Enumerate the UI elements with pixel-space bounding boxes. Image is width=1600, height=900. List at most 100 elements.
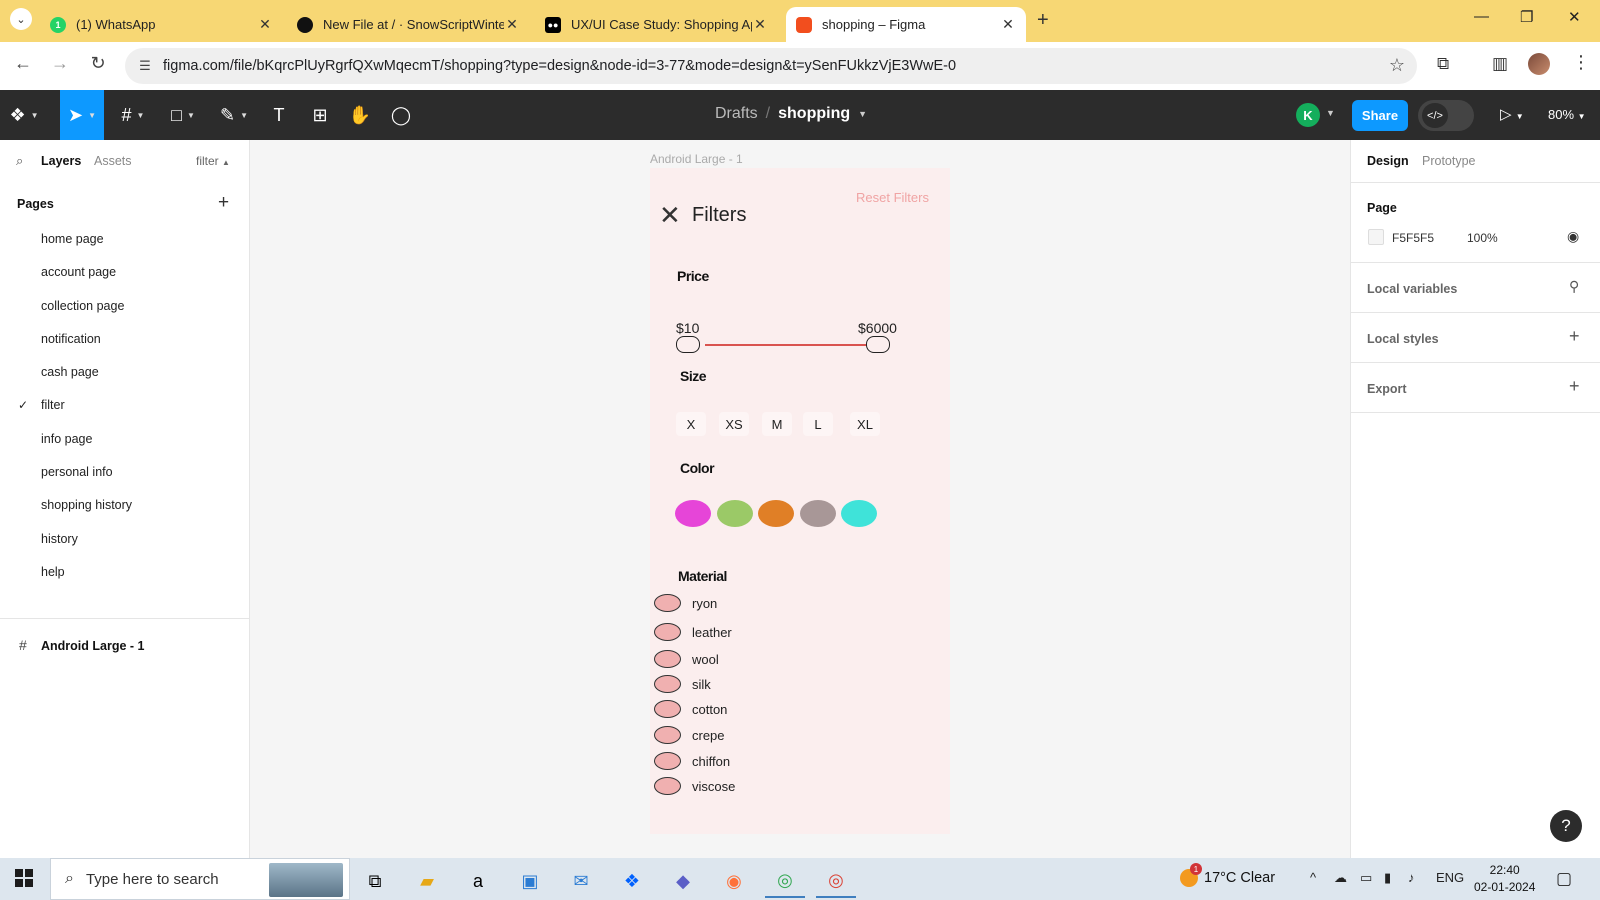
page-color-swatch[interactable] <box>1368 229 1384 245</box>
close-tab-icon[interactable]: ✕ <box>504 16 520 33</box>
frame-tool-button[interactable]: # ▼ <box>113 90 153 140</box>
network-icon[interactable]: ☁ <box>1334 870 1347 886</box>
extensions-icon[interactable]: ⧉ <box>1437 54 1449 74</box>
price-min-handle[interactable] <box>676 336 700 353</box>
page-item[interactable]: collection page <box>0 290 250 323</box>
amazon-icon[interactable]: a <box>458 864 498 898</box>
close-tab-icon[interactable]: ✕ <box>257 16 273 33</box>
bookmark-star-icon[interactable]: ☆ <box>1389 55 1405 76</box>
page-item[interactable]: personal info <box>0 456 250 489</box>
taskbar-search[interactable]: ⌕ Type here to search <box>50 858 350 900</box>
page-item[interactable]: notification <box>0 323 250 356</box>
color-swatch[interactable] <box>675 500 711 527</box>
language-indicator[interactable]: ENG <box>1436 870 1464 885</box>
main-menu-button[interactable]: ❖ ▼ <box>0 90 48 140</box>
file-explorer-icon[interactable]: ▰ <box>407 864 447 898</box>
shape-tool-button[interactable]: □ ▼ <box>162 90 204 140</box>
reload-icon[interactable]: ↻ <box>86 53 110 74</box>
color-swatch[interactable] <box>841 500 877 527</box>
material-option[interactable]: viscose <box>654 776 735 796</box>
site-info-icon[interactable]: ☰ <box>135 58 155 74</box>
task-view-icon[interactable]: ⧉ <box>355 864 395 898</box>
material-radio[interactable] <box>654 675 681 693</box>
chevron-down-icon[interactable]: ▼ <box>858 109 867 119</box>
tab-medium[interactable]: ●● UX/UI Case Study: Shopping Ap ✕ <box>535 7 778 42</box>
add-export-button[interactable]: + <box>1569 376 1580 397</box>
material-option[interactable]: ryon <box>654 593 717 613</box>
file-name[interactable]: shopping <box>778 105 850 123</box>
color-swatch[interactable] <box>717 500 753 527</box>
battery-icon[interactable]: ▮ <box>1384 870 1391 886</box>
hand-tool-button[interactable]: ✋ <box>345 90 375 140</box>
page-item[interactable]: shopping history <box>0 489 250 522</box>
close-tab-icon[interactable]: ✕ <box>752 16 768 33</box>
material-option[interactable]: chiffon <box>654 751 730 771</box>
material-radio[interactable] <box>654 623 681 641</box>
tab-search-button[interactable]: ⌄ <box>10 8 32 30</box>
dev-mode-toggle[interactable]: </> <box>1418 100 1474 131</box>
help-button[interactable]: ? <box>1550 810 1582 842</box>
mail-icon[interactable]: ✉ <box>561 864 601 898</box>
tab-design[interactable]: Design <box>1367 154 1409 168</box>
close-tab-icon[interactable]: ✕ <box>1000 16 1016 33</box>
windows-start-icon[interactable] <box>15 869 33 887</box>
comment-tool-button[interactable]: ◯ <box>386 90 416 140</box>
restore-icon[interactable]: ❐ <box>1520 8 1533 26</box>
chevron-down-icon[interactable]: ▼ <box>1326 108 1335 118</box>
tab-whatsapp[interactable]: 1 (1) WhatsApp ✕ <box>40 7 283 42</box>
close-icon[interactable]: ✕ <box>659 200 681 231</box>
material-radio[interactable] <box>654 700 681 718</box>
page-item[interactable]: info page <box>0 423 250 456</box>
price-slider-track[interactable] <box>705 344 867 346</box>
firefox-icon[interactable]: ◉ <box>714 864 754 898</box>
tab-prototype[interactable]: Prototype <box>1422 154 1476 168</box>
material-option[interactable]: crepe <box>654 725 725 745</box>
material-radio[interactable] <box>654 650 681 668</box>
volume-icon[interactable]: ♪ <box>1408 870 1415 885</box>
page-item[interactable]: ✓ filter <box>0 389 250 422</box>
reset-filters-button[interactable]: Reset Filters <box>856 190 929 205</box>
size-chip[interactable]: L <box>803 412 833 436</box>
close-window-icon[interactable]: ✕ <box>1568 8 1581 26</box>
color-swatch[interactable] <box>758 500 794 527</box>
store-icon[interactable]: ▣ <box>510 864 550 898</box>
search-icon[interactable]: ⌕ <box>16 153 23 169</box>
page-item[interactable]: history <box>0 523 250 556</box>
page-item[interactable]: help <box>0 556 250 589</box>
tab-figma[interactable]: shopping – Figma ✕ <box>786 7 1026 42</box>
present-button[interactable]: ▷ ▼ <box>1500 105 1524 123</box>
size-chip[interactable]: X <box>676 412 706 436</box>
forward-icon[interactable]: → <box>48 53 72 74</box>
size-chip[interactable]: XS <box>719 412 749 436</box>
pen-tool-button[interactable]: ✎ ▼ <box>213 90 255 140</box>
side-panel-icon[interactable]: ▥ <box>1492 54 1508 74</box>
url-text[interactable]: figma.com/file/bKqrcPlUyRgrfQXwMqecmT/sh… <box>163 58 956 74</box>
price-max-handle[interactable] <box>866 336 890 353</box>
size-chip[interactable]: XL <box>850 412 880 436</box>
local-variables-header[interactable]: Local variables <box>1367 282 1457 296</box>
eye-icon[interactable]: ◉ <box>1567 228 1579 245</box>
dropbox-icon[interactable]: ❖ <box>612 864 652 898</box>
share-button[interactable]: Share <box>1352 100 1408 131</box>
variables-icon[interactable]: ⚲ <box>1569 278 1579 295</box>
zoom-control[interactable]: 80% ▼ <box>1548 107 1586 122</box>
size-chip[interactable]: M <box>762 412 792 436</box>
layer-row[interactable]: # Android Large - 1 <box>0 630 250 662</box>
move-tool-button[interactable]: ➤ ▼ <box>60 90 104 140</box>
chrome-icon[interactable]: ◎ <box>816 864 856 898</box>
material-radio[interactable] <box>654 594 681 612</box>
breadcrumb-drafts[interactable]: Drafts <box>715 105 758 123</box>
browser-menu-icon[interactable]: ⋮ <box>1572 52 1590 73</box>
material-radio[interactable] <box>654 752 681 770</box>
material-option[interactable]: leather <box>654 622 732 642</box>
page-opacity-input[interactable]: 100% <box>1467 231 1498 245</box>
chrome-icon[interactable]: ◎ <box>765 864 805 898</box>
search-highlight-image[interactable] <box>269 863 343 897</box>
page-item[interactable]: cash page <box>0 356 250 389</box>
page-color-input[interactable]: F5F5F5 <box>1392 231 1434 245</box>
page-item[interactable]: account page <box>0 256 250 289</box>
tab-layers[interactable]: Layers <box>41 154 81 168</box>
page-item[interactable]: home page <box>0 223 250 256</box>
add-page-button[interactable]: + <box>218 192 229 214</box>
chevron-up-icon[interactable]: ^ <box>1310 870 1316 885</box>
